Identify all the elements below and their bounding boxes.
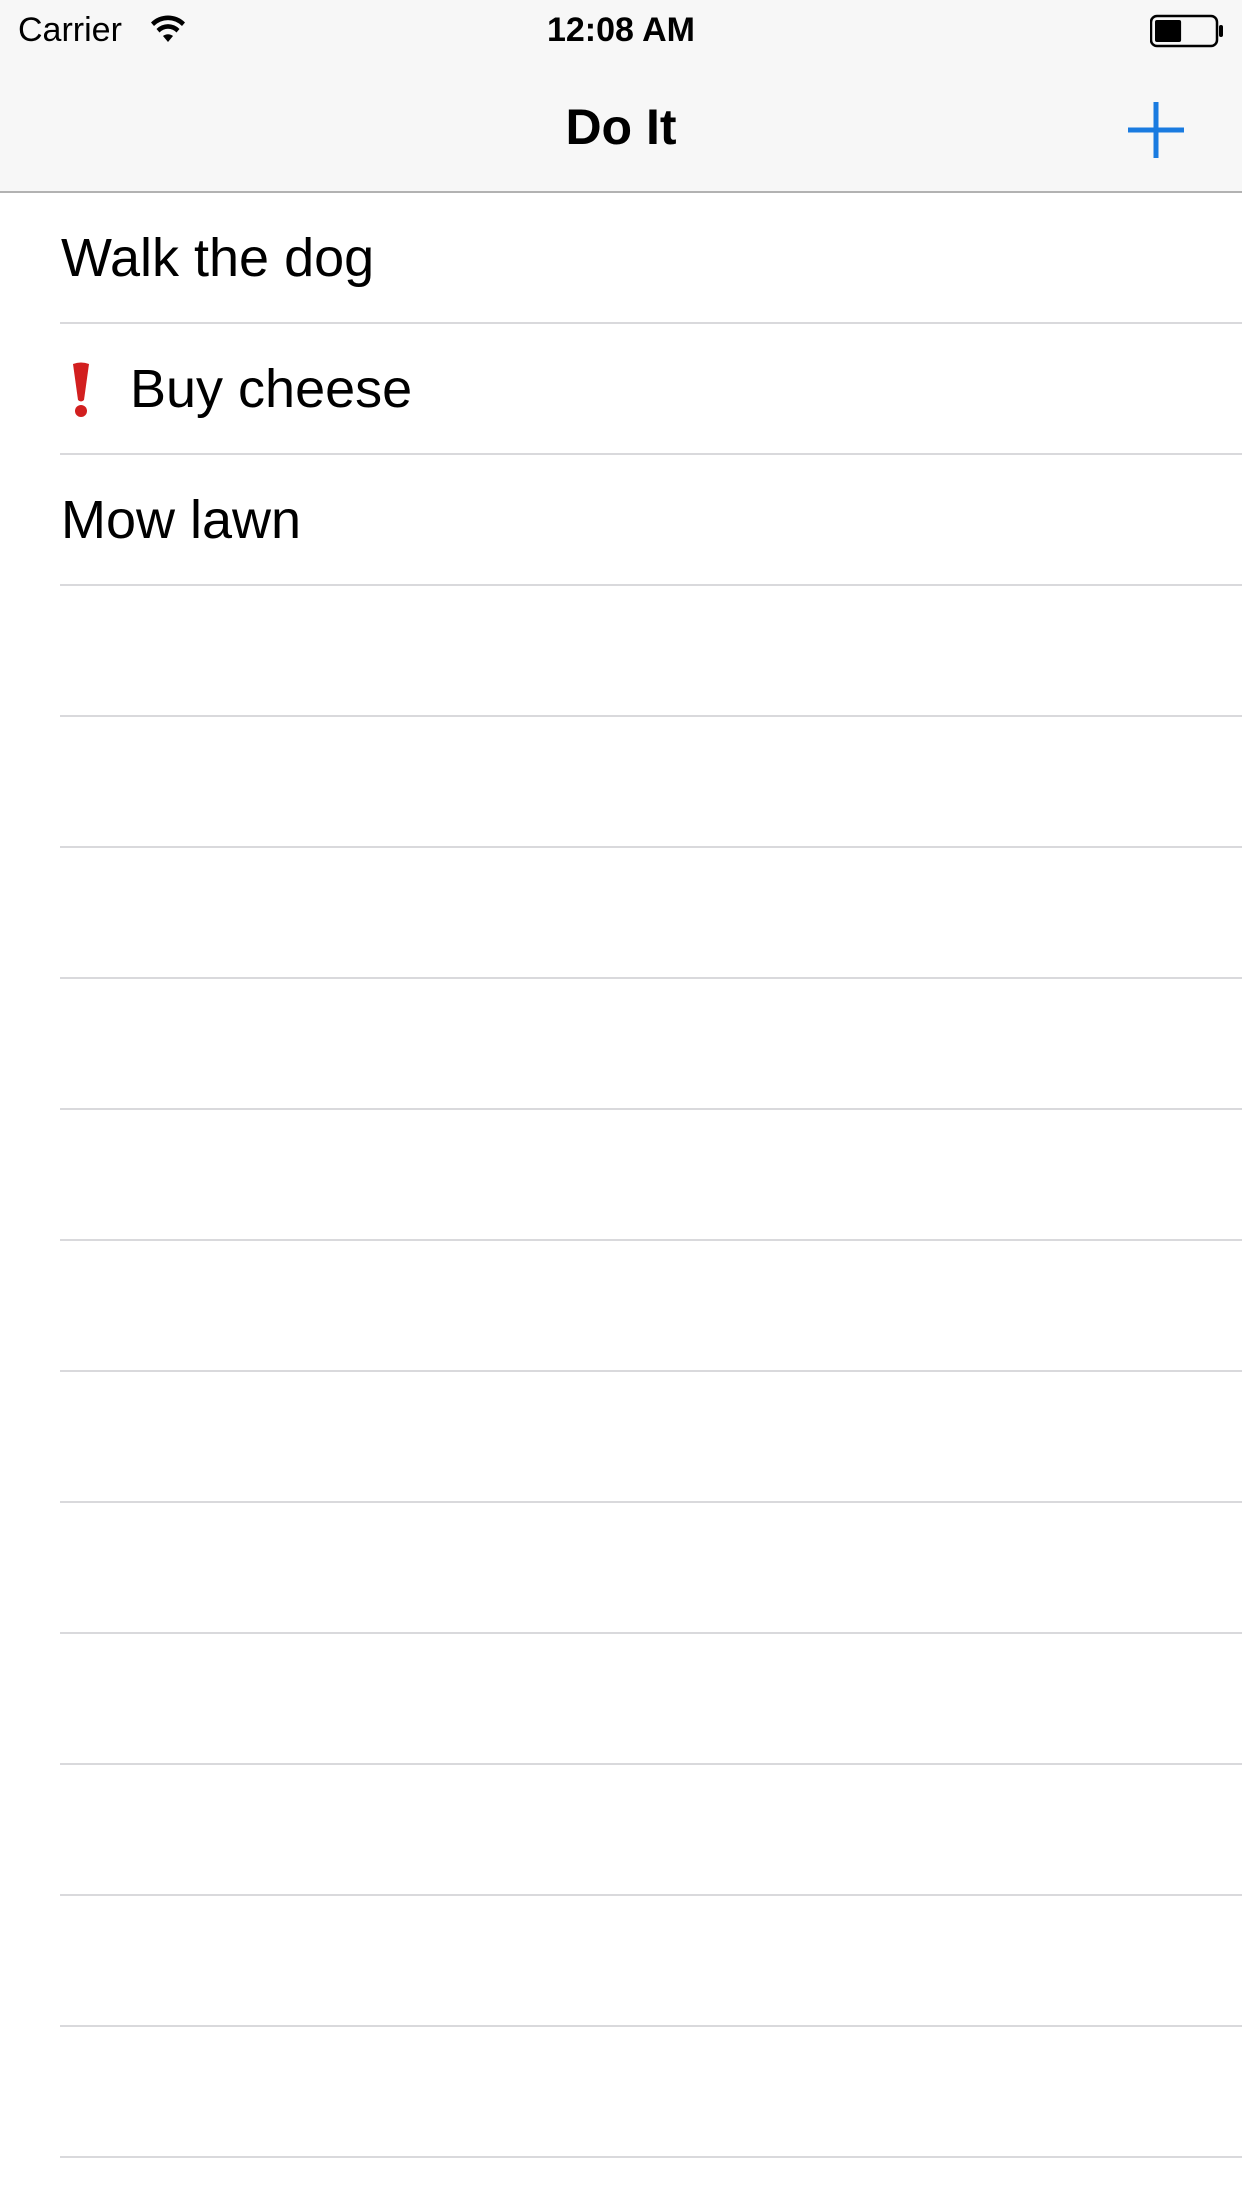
task-row[interactable]: Walk the dog xyxy=(0,193,1242,324)
status-bar: Carrier 12:08 AM xyxy=(0,0,1242,60)
empty-row xyxy=(0,1372,1242,1503)
task-row[interactable]: Buy cheese xyxy=(0,324,1242,455)
empty-row xyxy=(0,1241,1242,1372)
task-title: Mow lawn xyxy=(61,490,302,550)
empty-row xyxy=(0,2158,1242,2208)
add-task-button[interactable] xyxy=(1116,90,1196,170)
empty-row xyxy=(0,1634,1242,1765)
navigation-bar: Do It xyxy=(0,60,1242,193)
task-title: Buy cheese xyxy=(130,359,413,419)
empty-row xyxy=(0,979,1242,1110)
empty-row xyxy=(0,1110,1242,1241)
empty-row xyxy=(0,1765,1242,1896)
empty-row xyxy=(0,717,1242,848)
battery-icon xyxy=(1150,14,1223,48)
empty-row xyxy=(0,1896,1242,2027)
plus-icon xyxy=(1128,102,1184,158)
task-row[interactable]: Mow lawn xyxy=(0,455,1242,586)
page-title: Do It xyxy=(565,99,677,155)
empty-row xyxy=(0,1503,1242,1634)
task-table[interactable]: Walk the dog Buy cheese Mow lawn xyxy=(0,193,1242,2208)
empty-row xyxy=(0,848,1242,979)
status-time: 12:08 AM xyxy=(546,11,696,49)
task-title: Walk the dog xyxy=(61,228,375,288)
empty-row xyxy=(0,586,1242,717)
empty-row xyxy=(0,2027,1242,2158)
exclamation-icon xyxy=(73,362,89,417)
